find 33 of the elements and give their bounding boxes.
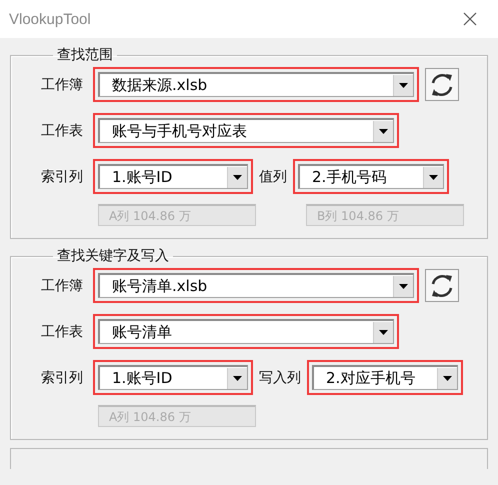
group-title: 查找关键字及写入: [56, 247, 170, 265]
caret-icon: [233, 376, 242, 380]
column-info-field: B列 104.86 万: [306, 204, 464, 226]
field-label: 写入列: [258, 368, 302, 386]
caret-icon: [399, 82, 408, 88]
workbook-dropdown[interactable]: 数据来源.xlsb: [98, 72, 414, 97]
field-label: 工作簿: [41, 276, 84, 294]
field-label: 工作簿: [41, 76, 84, 94]
caret-icon: [429, 174, 438, 180]
group-title: 查找范围: [56, 46, 114, 64]
refresh-button[interactable]: [425, 68, 459, 101]
worksheet-dropdown[interactable]: 账号与手机号对应表: [98, 118, 394, 143]
caret-icon: [233, 174, 242, 180]
caret-icon: [443, 376, 452, 380]
field-label: 工作表: [41, 322, 84, 340]
caret-icon: [379, 330, 388, 334]
column-info-field: A列 104.86 万: [98, 405, 256, 427]
worksheet-dropdown[interactable]: 账号清单: [98, 319, 394, 344]
field-label: 索引列: [41, 168, 84, 186]
column-dropdown[interactable]: 2.手机号码: [298, 164, 444, 189]
refresh-button[interactable]: [425, 269, 459, 302]
field-label: 值列: [258, 168, 288, 186]
field-label: 索引列: [41, 368, 84, 386]
caret-icon: [379, 128, 388, 134]
window-title: VlookupTool: [9, 10, 91, 28]
column-info-field: A列 104.86 万: [98, 204, 256, 226]
index-column-dropdown[interactable]: 1.账号ID: [98, 164, 248, 189]
workbook-dropdown[interactable]: 账号清单.xlsb: [98, 273, 414, 298]
column-dropdown[interactable]: 2.对应手机号: [312, 365, 458, 390]
field-label: 工作表: [41, 122, 84, 140]
close-icon[interactable]: [462, 11, 478, 27]
caret-icon: [399, 284, 408, 288]
index-column-dropdown[interactable]: 1.账号ID: [98, 365, 248, 390]
